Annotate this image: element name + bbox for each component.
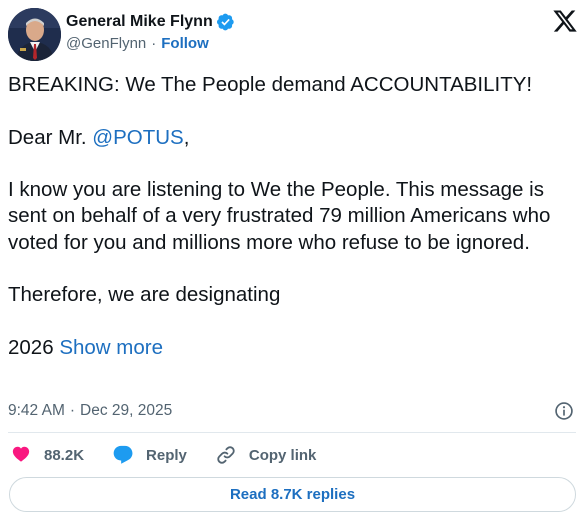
action-bar: 88.2K Reply Copy link	[10, 443, 344, 467]
read-replies-label: Read 8.7K replies	[229, 486, 356, 503]
show-more-link[interactable]: Show more	[59, 336, 163, 359]
tweet-date[interactable]: Dec 29, 2025	[80, 402, 172, 420]
handle-separator: ·	[151, 35, 157, 52]
tweet-time[interactable]: 9:42 AM	[8, 402, 65, 420]
name-row: General Mike Flynn	[66, 12, 235, 32]
author-handle[interactable]: @GenFlynn	[66, 35, 146, 52]
salutation-suffix: ,	[183, 125, 190, 149]
read-replies-button[interactable]: Read 8.7K replies	[9, 477, 576, 512]
speech-bubble-icon	[112, 444, 134, 466]
author-identity: General Mike Flynn @GenFlynn · Follow	[66, 12, 235, 52]
tweet-timestamp: 9:42 AM · Dec 29, 2025	[8, 400, 578, 422]
mention-potus[interactable]: @POTUS	[92, 126, 183, 149]
tweet-text: BREAKING: We The People demand ACCOUNTAB…	[8, 72, 578, 361]
text-paragraph-designating: Therefore, we are designating	[8, 283, 281, 307]
verified-badge-icon	[216, 13, 235, 31]
text-line-salutation: Dear Mr. @POTUS,	[8, 125, 578, 151]
reply-label: Reply	[146, 446, 187, 464]
tweet-header: General Mike Flynn @GenFlynn · Follow	[8, 8, 578, 61]
tweet-card: General Mike Flynn @GenFlynn · Follow BR	[0, 0, 586, 518]
heart-icon	[10, 444, 32, 466]
follow-button[interactable]: Follow	[161, 35, 209, 52]
like-button[interactable]: 88.2K	[10, 444, 84, 466]
info-icon[interactable]	[554, 401, 574, 421]
divider	[8, 432, 576, 433]
like-count: 88.2K	[44, 446, 85, 464]
handle-row: @GenFlynn · Follow	[66, 35, 235, 52]
text-paragraph-message: I know you are listening to We the Peopl…	[8, 178, 551, 254]
reply-button[interactable]: Reply	[112, 444, 187, 466]
text-line-year: 2026 Show more	[8, 335, 578, 361]
copy-link-button[interactable]: Copy link	[215, 444, 317, 466]
author-name[interactable]: General Mike Flynn	[66, 13, 213, 31]
text-line-breaking: BREAKING: We The People demand ACCOUNTAB…	[8, 73, 533, 96]
author-avatar[interactable]	[8, 8, 61, 61]
copy-link-label: Copy link	[248, 446, 317, 464]
timestamp-separator: ·	[69, 402, 76, 419]
x-logo-icon[interactable]	[552, 8, 578, 34]
salutation-prefix: Dear Mr.	[8, 125, 93, 149]
year-text: 2026	[8, 335, 60, 359]
link-icon	[215, 444, 237, 466]
